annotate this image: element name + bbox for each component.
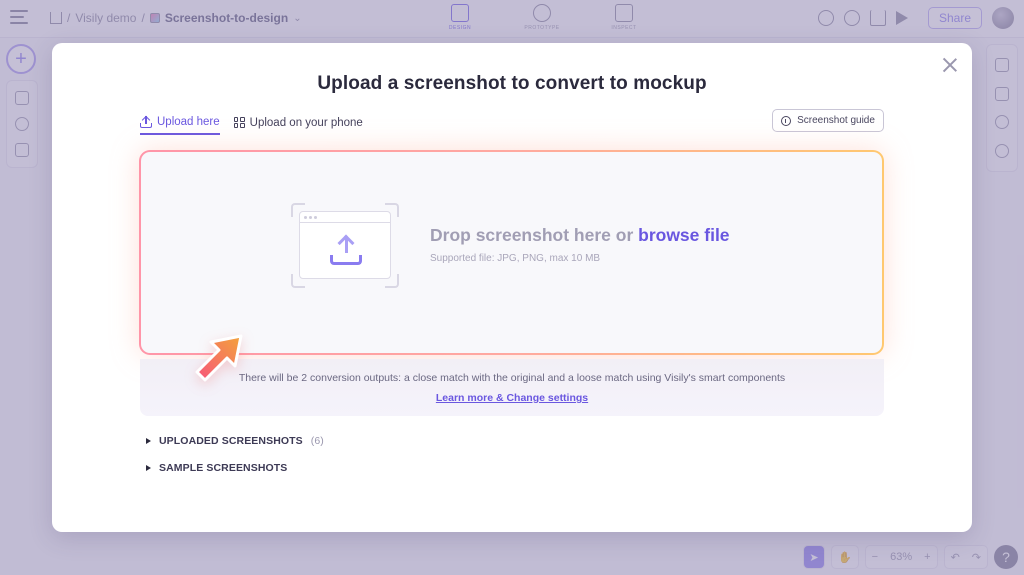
uploaded-screenshots-toggle[interactable]: UPLOADED SCREENSHOTS (6) — [146, 435, 324, 447]
dropzone[interactable]: Drop screenshot here or browse file Supp… — [139, 150, 884, 355]
section-count: (6) — [310, 435, 324, 447]
close-icon[interactable] — [942, 57, 958, 73]
dropzone-text: Drop screenshot here or browse file Supp… — [430, 225, 730, 264]
caret-right-icon — [146, 465, 151, 471]
dropzone-title: Drop screenshot here or browse file — [430, 225, 730, 246]
qr-code-icon — [233, 117, 245, 128]
dropzone-instruction: Drop screenshot here or — [430, 225, 639, 245]
info-icon — [781, 115, 792, 126]
screenshot-sections: UPLOADED SCREENSHOTS (6) SAMPLE SCREENSH… — [146, 435, 324, 489]
browser-window-icon — [299, 211, 391, 279]
browse-file-link[interactable]: browse file — [638, 225, 729, 245]
learn-more-link[interactable]: Learn more & Change settings — [436, 392, 588, 404]
conversion-info-text: There will be 2 conversion outputs: a cl… — [238, 372, 786, 384]
screenshot-guide-button[interactable]: Screenshot guide — [772, 109, 884, 132]
tab-upload-on-phone[interactable]: Upload on your phone — [233, 110, 363, 135]
screenshot-guide-label: Screenshot guide — [797, 115, 875, 126]
supported-files-text: Supported file: JPG, PNG, max 10 MB — [430, 253, 601, 264]
upload-icon — [330, 234, 362, 265]
upload-illustration — [291, 203, 399, 288]
tab-label: Upload on your phone — [249, 116, 363, 129]
conversion-info-panel: There will be 2 conversion outputs: a cl… — [140, 359, 884, 416]
upload-screenshot-modal: Upload a screenshot to convert to mockup… — [52, 43, 972, 532]
section-label: SAMPLE SCREENSHOTS — [159, 462, 288, 474]
upload-icon — [140, 115, 152, 128]
tab-label: Upload here — [157, 115, 220, 128]
sample-screenshots-toggle[interactable]: SAMPLE SCREENSHOTS — [146, 462, 324, 474]
dropzone-inner: Drop screenshot here or browse file Supp… — [141, 152, 882, 353]
pointer-arrow-icon — [195, 334, 243, 382]
modal-title: Upload a screenshot to convert to mockup — [317, 73, 707, 94]
section-label: UPLOADED SCREENSHOTS — [159, 435, 303, 447]
upload-tabs: Upload here Upload on your phone — [140, 110, 363, 135]
tab-upload-here[interactable]: Upload here — [140, 110, 220, 135]
caret-right-icon — [146, 438, 151, 444]
